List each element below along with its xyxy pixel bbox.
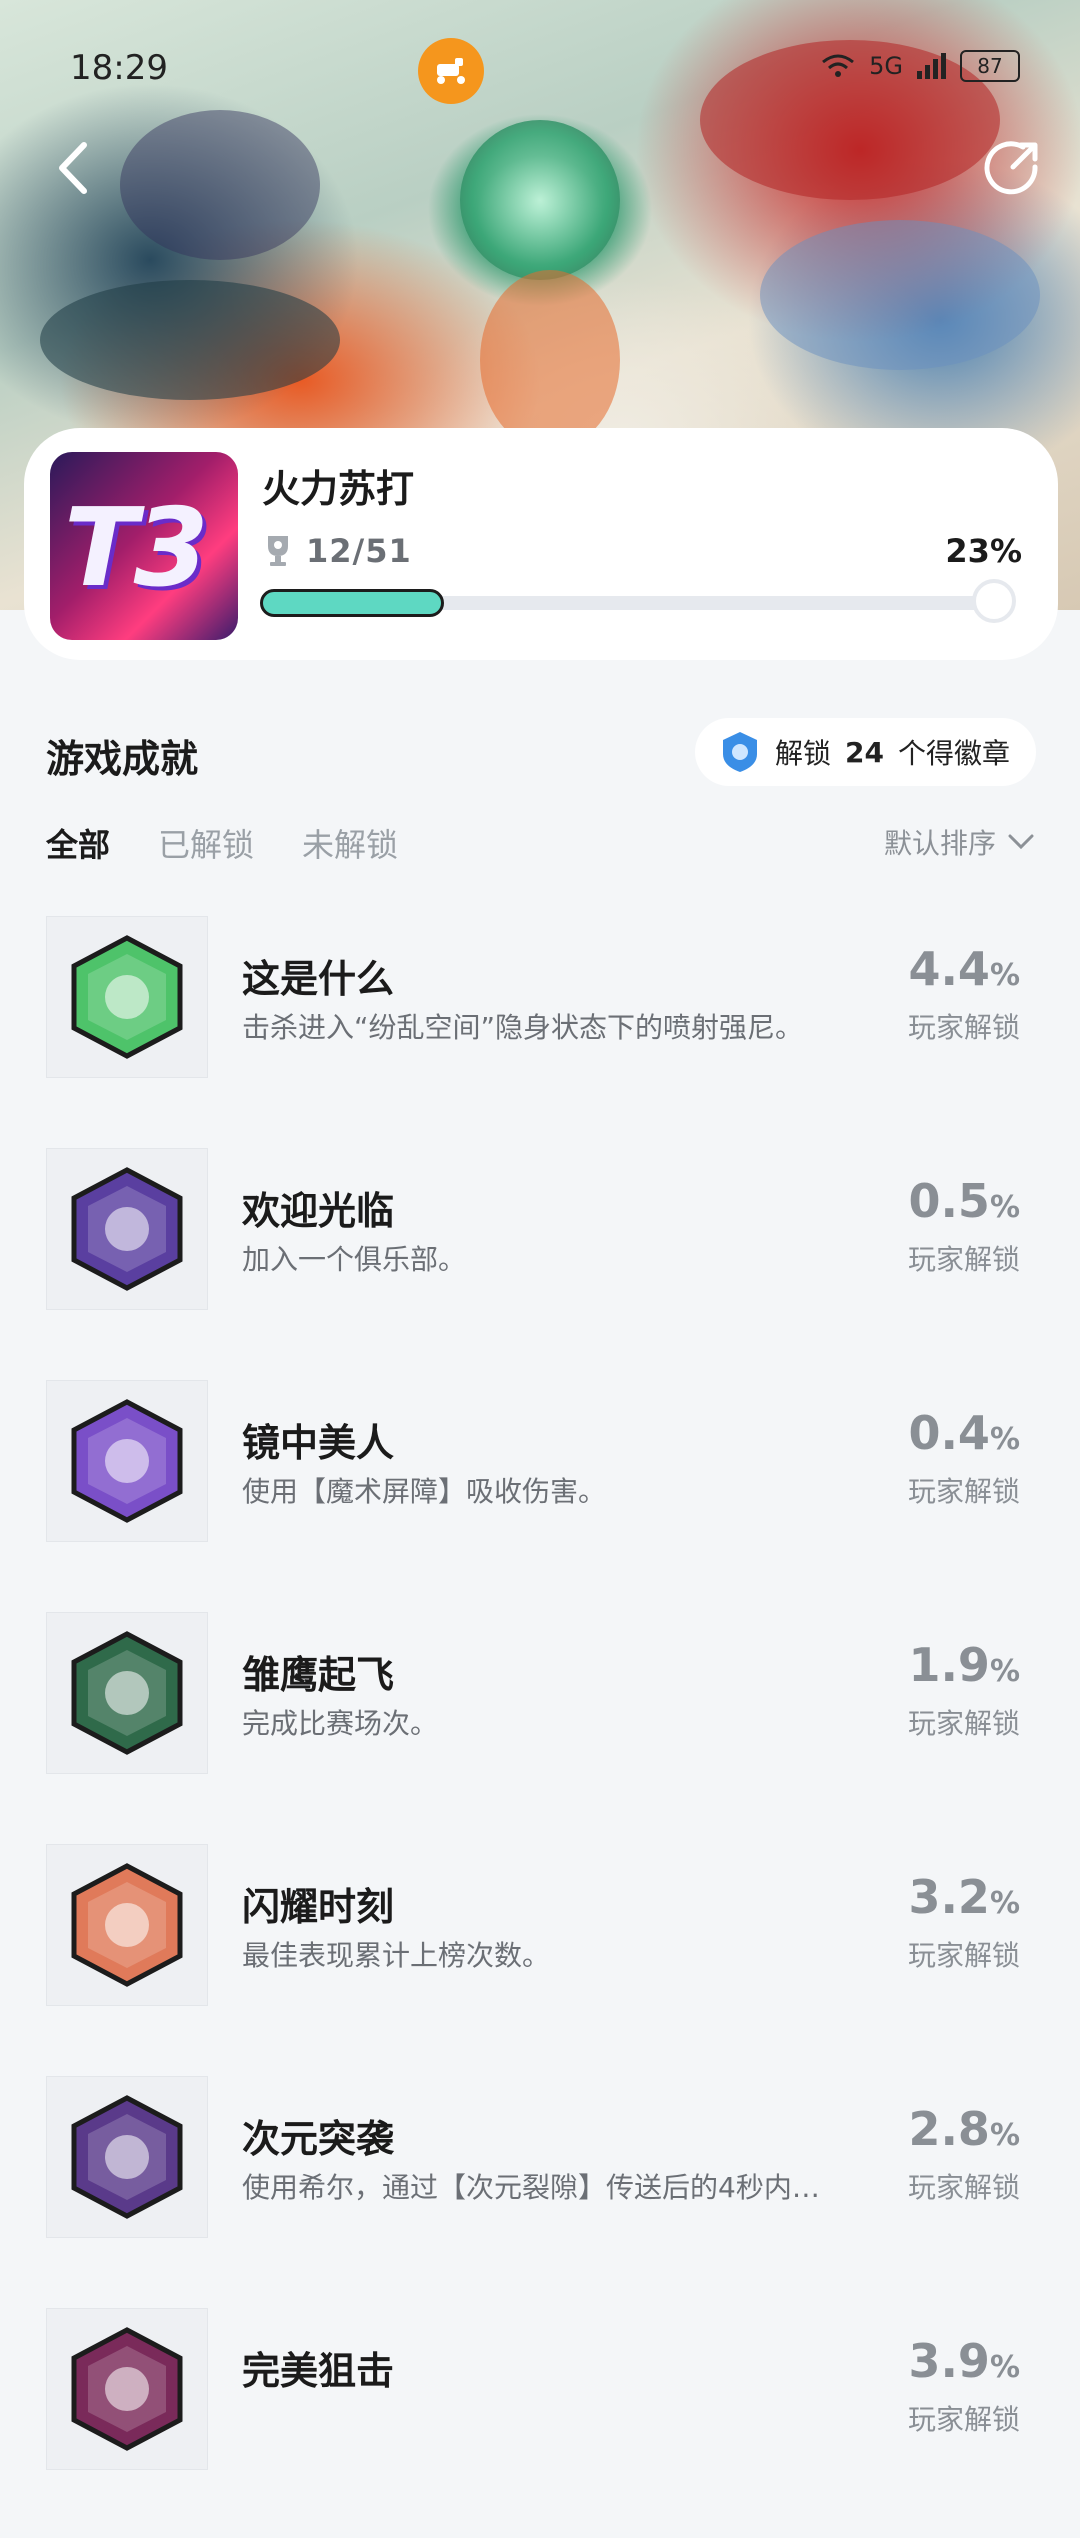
achievement-rate-value: 4.4 bbox=[908, 942, 990, 996]
tab-unlocked[interactable]: 已解锁 bbox=[158, 820, 254, 866]
progress-bar bbox=[260, 579, 1016, 623]
achievement-rate: 3.9% bbox=[908, 2334, 1020, 2388]
badge-prefix: 解锁 bbox=[775, 737, 832, 770]
magician-portrait-badge-icon bbox=[46, 1380, 208, 1542]
achievement-rate: 4.4% bbox=[908, 942, 1020, 996]
achievement-count: 12/51 bbox=[264, 532, 412, 570]
gingerbread-badge-icon bbox=[46, 916, 208, 1078]
chevron-down-icon bbox=[1008, 834, 1034, 850]
chevron-left-icon bbox=[59, 142, 87, 194]
sort-label: 默认排序 bbox=[883, 827, 996, 860]
achievement-row[interactable]: 次元突袭 使用希尔，通过【次元裂隙】传送后的4秒内… 2.8% 玩家解锁 bbox=[0, 2074, 1080, 2306]
achievement-desc: 使用【魔术屏障】吸收伤害。 bbox=[242, 1475, 607, 1508]
battery-icon: 87 bbox=[960, 50, 1020, 82]
achievement-desc: 使用希尔，通过【次元裂隙】传送后的4秒内… bbox=[242, 2171, 820, 2204]
achievement-rate-unit: % bbox=[989, 1190, 1020, 1225]
signal-icon bbox=[917, 53, 946, 79]
game-title: 火力苏打 bbox=[262, 467, 415, 511]
badge-shield-icon bbox=[723, 732, 757, 772]
achievement-rate-unit: % bbox=[989, 1654, 1020, 1689]
achievement-rate-label: 玩家解锁 bbox=[907, 2171, 1020, 2204]
achievement-rate: 0.4% bbox=[908, 1406, 1020, 1460]
achievement-rate-value: 1.9 bbox=[908, 1638, 990, 1692]
share-button[interactable] bbox=[982, 138, 1042, 198]
achievement-list: 这是什么 击杀进入“纷乱空间”隐身状态下的喷射强尼。 4.4% 玩家解锁 欢迎光… bbox=[0, 914, 1080, 2538]
achievement-desc: 最佳表现累计上榜次数。 bbox=[242, 1939, 551, 1972]
achievement-rate-value: 2.8 bbox=[908, 2102, 990, 2156]
achievement-rate-label: 玩家解锁 bbox=[907, 1243, 1020, 1276]
achievement-rate-label: 玩家解锁 bbox=[907, 2403, 1020, 2436]
achievement-rate-label: 玩家解锁 bbox=[907, 1475, 1020, 1508]
achievement-rate-label: 玩家解锁 bbox=[907, 1011, 1020, 1044]
share-icon bbox=[984, 141, 1038, 195]
achievement-title: 次元突袭 bbox=[242, 2117, 395, 2161]
status-time: 18:29 bbox=[70, 48, 168, 88]
achievement-title: 镜中美人 bbox=[242, 1421, 395, 1465]
bird-sunglasses-badge-icon bbox=[46, 1612, 208, 1774]
game-logo[interactable]: T3 bbox=[50, 452, 238, 640]
achievement-rate: 2.8% bbox=[908, 2102, 1020, 2156]
game-summary-card: T3 火力苏打 12/51 23% bbox=[24, 428, 1058, 660]
achievement-count-text: 12/51 bbox=[306, 532, 412, 570]
achievement-rate-unit: % bbox=[989, 1886, 1020, 1921]
achievement-row[interactable]: 欢迎光临 加入一个俱乐部。 0.5% 玩家解锁 bbox=[0, 1146, 1080, 1378]
achievement-rate-label: 玩家解锁 bbox=[907, 1939, 1020, 1972]
section-title: 游戏成就 bbox=[46, 737, 199, 781]
network-label: 5G bbox=[869, 52, 903, 80]
achievement-rate-unit: % bbox=[989, 958, 1020, 993]
achievement-title: 这是什么 bbox=[242, 957, 395, 1001]
achievement-rate-value: 0.4 bbox=[908, 1406, 990, 1460]
back-button[interactable] bbox=[42, 138, 102, 198]
achievement-title: 雏鹰起飞 bbox=[242, 1653, 395, 1697]
achievement-rate-value: 0.5 bbox=[908, 1174, 990, 1228]
achievement-rate-unit: % bbox=[989, 2350, 1020, 2385]
achievement-row[interactable]: 这是什么 击杀进入“纷乱空间”隐身状态下的喷射强尼。 4.4% 玩家解锁 bbox=[0, 914, 1080, 1146]
achievement-row[interactable]: 雏鹰起飞 完成比赛场次。 1.9% 玩家解锁 bbox=[0, 1610, 1080, 1842]
star-badge-icon bbox=[46, 1844, 208, 2006]
achievement-desc: 完成比赛场次。 bbox=[242, 1707, 439, 1740]
achievement-rate: 0.5% bbox=[908, 1174, 1020, 1228]
beer-cheers-badge-icon bbox=[46, 1148, 208, 1310]
tab-all[interactable]: 全部 bbox=[46, 820, 110, 866]
achievement-row[interactable]: 闪耀时刻 最佳表现累计上榜次数。 3.2% 玩家解锁 bbox=[0, 1842, 1080, 2074]
battery-level: 87 bbox=[977, 54, 1003, 78]
trophy-icon bbox=[268, 536, 288, 566]
status-bar: 18:29 5G 87 bbox=[70, 48, 1020, 88]
sniper-badge-icon bbox=[46, 2308, 208, 2470]
progress-fill bbox=[260, 589, 444, 617]
achievement-desc: 击杀进入“纷乱空间”隐身状态下的喷射强尼。 bbox=[242, 1011, 804, 1044]
progress-percent: 23% bbox=[945, 532, 1022, 570]
badge-unlock-pill[interactable]: 解锁 24 个得徽章 bbox=[695, 718, 1036, 786]
achievement-rate-value: 3.9 bbox=[908, 2334, 990, 2388]
achievement-row[interactable]: 镜中美人 使用【魔术屏障】吸收伤害。 0.4% 玩家解锁 bbox=[0, 1378, 1080, 1610]
progress-end-marker bbox=[972, 579, 1016, 623]
achievement-title: 欢迎光临 bbox=[242, 1189, 395, 1233]
achievement-rate: 1.9% bbox=[908, 1638, 1020, 1692]
badge-count: 24 bbox=[845, 735, 884, 769]
status-icons: 5G 87 bbox=[821, 50, 1020, 82]
achievement-rate-unit: % bbox=[989, 1422, 1020, 1457]
achievement-title: 闪耀时刻 bbox=[242, 1885, 395, 1929]
achievement-rate: 3.2% bbox=[908, 1870, 1020, 1924]
sort-dropdown[interactable]: 默认排序 bbox=[884, 822, 1034, 862]
lightning-girl-badge-icon bbox=[46, 2076, 208, 2238]
game-logo-text: T3 bbox=[64, 486, 209, 611]
tab-locked[interactable]: 未解锁 bbox=[302, 820, 398, 866]
achievement-row[interactable]: 完美狙击 3.9% 玩家解锁 bbox=[0, 2306, 1080, 2538]
filter-tabs: 全部 已解锁 未解锁 bbox=[46, 820, 398, 866]
badge-suffix: 个得徽章 bbox=[897, 737, 1010, 770]
achievement-rate-value: 3.2 bbox=[908, 1870, 990, 1924]
achievement-desc: 加入一个俱乐部。 bbox=[242, 1243, 467, 1276]
scooter-icon[interactable] bbox=[418, 38, 484, 104]
achievement-rate-unit: % bbox=[989, 2118, 1020, 2153]
wifi-icon bbox=[822, 54, 855, 77]
achievement-rate-label: 玩家解锁 bbox=[907, 1707, 1020, 1740]
